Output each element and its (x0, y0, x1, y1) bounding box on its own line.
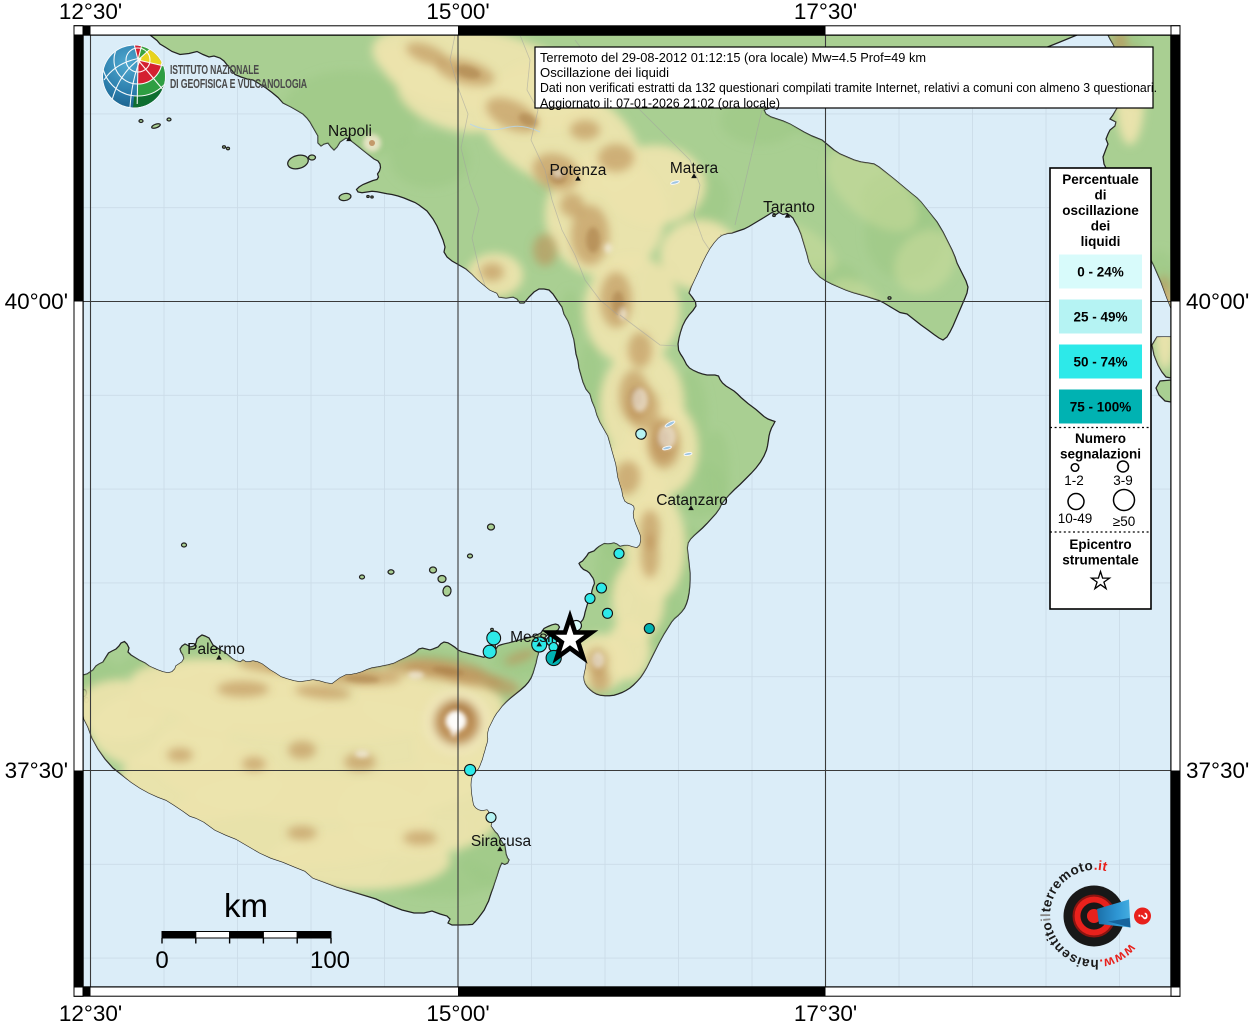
svg-text:10-49: 10-49 (1058, 511, 1093, 526)
svg-text:0 - 24%: 0 - 24% (1077, 265, 1124, 280)
svg-text:km: km (224, 887, 268, 924)
svg-text:Catanzaro: Catanzaro (656, 492, 728, 509)
svg-text:segnalazioni: segnalazioni (1060, 447, 1141, 462)
svg-text:40°00': 40°00' (5, 289, 68, 314)
svg-text:0: 0 (155, 947, 168, 974)
svg-text:12°30': 12°30' (59, 0, 122, 24)
svg-text:15°00': 15°00' (426, 0, 489, 24)
svg-text:di: di (1095, 188, 1107, 203)
svg-text:Palermo: Palermo (187, 641, 245, 658)
svg-text:Terremoto del 29-08-2012 01:12: Terremoto del 29-08-2012 01:12:15 (ora l… (540, 50, 926, 65)
svg-text:15°00': 15°00' (426, 1001, 489, 1024)
svg-text:Dati non verificati estratti d: Dati non verificati estratti da 132 ques… (540, 80, 1157, 95)
svg-text:40°00': 40°00' (1186, 289, 1249, 314)
svg-text:75 - 100%: 75 - 100% (1070, 400, 1132, 415)
svg-text:100: 100 (310, 947, 350, 974)
svg-text:37°30': 37°30' (5, 758, 68, 783)
svg-text:1-2: 1-2 (1064, 473, 1084, 488)
svg-text:ISTITUTO NAZIONALE: ISTITUTO NAZIONALE (170, 62, 259, 77)
svg-text:Taranto: Taranto (763, 199, 815, 216)
svg-text:17°30': 17°30' (794, 0, 857, 24)
svg-text:12°30': 12°30' (59, 1001, 122, 1024)
svg-text:50 - 74%: 50 - 74% (1073, 355, 1127, 370)
svg-text:Siracusa: Siracusa (471, 833, 532, 850)
svg-text:25 - 49%: 25 - 49% (1073, 310, 1127, 325)
svg-text:17°30': 17°30' (794, 1001, 857, 1024)
svg-text:37°30': 37°30' (1186, 758, 1249, 783)
svg-text:Napoli: Napoli (328, 123, 372, 140)
svg-text:strumentale: strumentale (1062, 553, 1139, 568)
svg-text:Epicentro: Epicentro (1069, 537, 1131, 552)
svg-text:Percentuale: Percentuale (1062, 172, 1139, 187)
svg-text:oscillazione: oscillazione (1062, 203, 1139, 218)
svg-text:3-9: 3-9 (1113, 473, 1133, 488)
svg-text:dei: dei (1091, 219, 1111, 234)
svg-text:?: ? (1135, 912, 1150, 920)
svg-text:Numero: Numero (1075, 431, 1126, 446)
svg-text:liquidi: liquidi (1081, 234, 1121, 249)
svg-text:Aggiornato il: 07-01-2026 21:0: Aggiornato il: 07-01-2026 21:02 (ora loc… (540, 95, 780, 110)
svg-text:≥50: ≥50 (1113, 514, 1135, 529)
svg-text:Oscillazione dei liquidi: Oscillazione dei liquidi (540, 65, 669, 80)
svg-text:DI GEOFISICA E VULCANOLOGIA: DI GEOFISICA E VULCANOLOGIA (170, 76, 308, 91)
